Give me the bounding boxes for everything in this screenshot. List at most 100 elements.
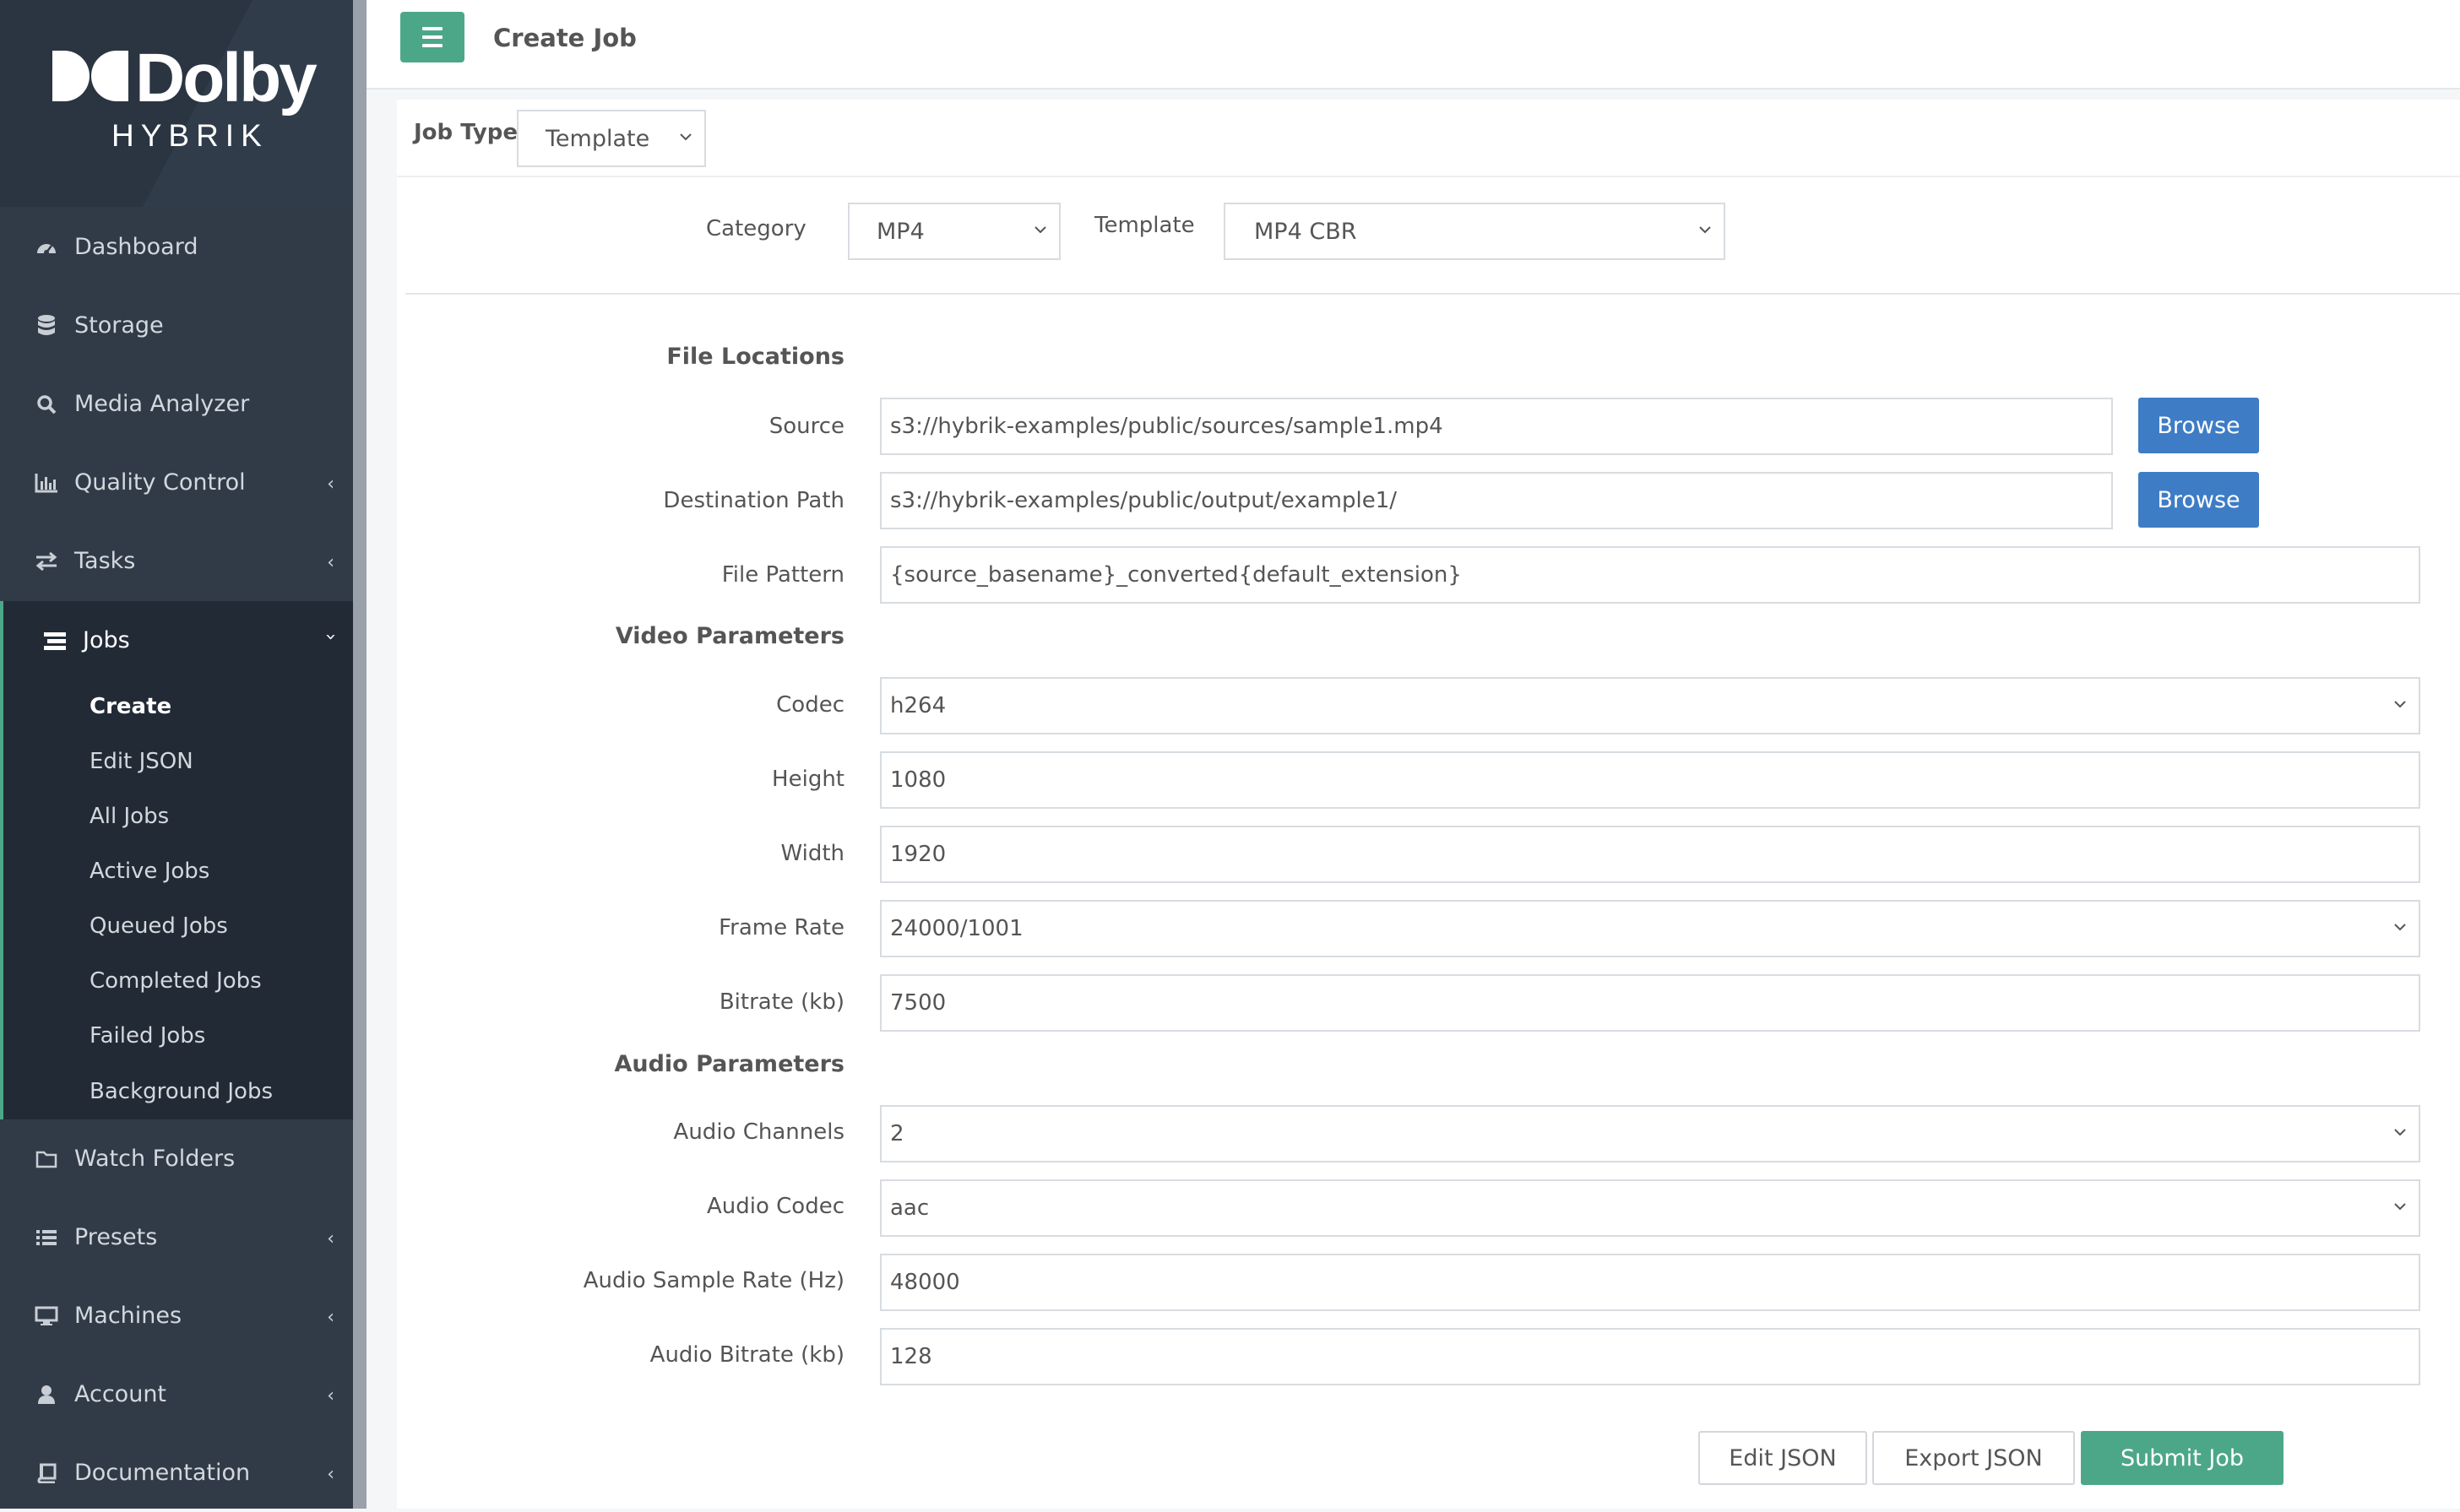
sidebar-item-watch-folders[interactable]: Watch Folders: [0, 1119, 353, 1198]
dashboard-icon: [34, 238, 59, 257]
sidebar-subitem-completed-jobs[interactable]: Completed Jobs: [90, 968, 262, 994]
sidebar-item-label: Watch Folders: [74, 1146, 236, 1172]
template-label: Template: [1094, 213, 1195, 238]
sidebar-subitem-active-jobs[interactable]: Active Jobs: [90, 859, 209, 884]
sidebar-subitem-background-jobs[interactable]: Background Jobs: [90, 1079, 273, 1104]
list-icon: [34, 1228, 59, 1247]
sidebar-item-label: Storage: [74, 312, 164, 339]
top-bar: Create Job: [367, 0, 2460, 89]
height-label: Height: [772, 767, 844, 792]
brand-name: Dolby: [135, 40, 318, 117]
divider: [397, 176, 2460, 177]
audio-channels-select[interactable]: 2: [880, 1105, 2420, 1162]
source-input[interactable]: s3://hybrik-examples/public/sources/samp…: [880, 398, 2113, 455]
destination-browse-button[interactable]: Browse: [2138, 472, 2259, 528]
chevron-down-icon: [2394, 924, 2406, 931]
chevron-left-icon: ‹: [327, 552, 334, 573]
audio-bitrate-input[interactable]: 128: [880, 1328, 2420, 1385]
submit-job-button[interactable]: Submit Job: [2081, 1431, 2284, 1485]
file-pattern-label: File Pattern: [721, 562, 844, 588]
audio-codec-label: Audio Codec: [706, 1194, 844, 1219]
chevron-left-icon: ‹: [327, 1307, 334, 1328]
codec-value: h264: [890, 693, 947, 718]
width-label: Width: [780, 841, 844, 866]
chevron-down-icon: [680, 133, 692, 141]
chevron-down-icon: [1035, 226, 1046, 234]
height-input[interactable]: 1080: [880, 751, 2420, 809]
audio-sample-rate-input[interactable]: 48000: [880, 1254, 2420, 1311]
sidebar-subitem-failed-jobs[interactable]: Failed Jobs: [90, 1023, 205, 1049]
audio-parameters-heading: Audio Parameters: [614, 1051, 844, 1077]
sidebar-item-storage[interactable]: Storage: [0, 286, 353, 365]
divider: [405, 293, 2460, 295]
book-icon: [34, 1463, 59, 1483]
frame-rate-value: 24000/1001: [890, 916, 1024, 941]
width-input[interactable]: 1920: [880, 826, 2420, 883]
hamburger-icon-line: [422, 44, 443, 47]
source-browse-button[interactable]: Browse: [2138, 398, 2259, 453]
audio-codec-value: aac: [890, 1195, 930, 1221]
chevron-left-icon: ‹: [327, 1385, 334, 1406]
chevron-left-icon: ‹: [327, 1464, 334, 1485]
chevron-down-icon: [1699, 226, 1711, 234]
sidebar-item-label: Machines: [74, 1303, 182, 1329]
template-select[interactable]: MP4 CBR: [1224, 203, 1725, 260]
category-select[interactable]: MP4: [848, 203, 1061, 260]
frame-rate-label: Frame Rate: [719, 915, 844, 940]
category-label: Category: [706, 216, 806, 241]
sidebar-item-account[interactable]: Account ‹: [0, 1355, 353, 1433]
audio-codec-select[interactable]: aac: [880, 1179, 2420, 1237]
chevron-left-icon: ‹: [327, 474, 334, 495]
page-title: Create Job: [493, 24, 637, 52]
sidebar-item-dashboard[interactable]: Dashboard: [0, 208, 353, 286]
logo[interactable]: Dolby HYBRIK: [0, 0, 353, 207]
sidebar-item-tasks[interactable]: Tasks ‹: [0, 522, 353, 600]
sidebar-item-presets[interactable]: Presets ‹: [0, 1198, 353, 1276]
sidebar-item-machines[interactable]: Machines ‹: [0, 1276, 353, 1355]
audio-sample-rate-label: Audio Sample Rate (Hz): [583, 1268, 844, 1293]
tasks-list-icon: [42, 631, 68, 651]
bitrate-input[interactable]: 7500: [880, 974, 2420, 1032]
sidebar-item-jobs[interactable]: Jobs ‹: [3, 601, 353, 680]
sidebar-subitem-queued-jobs[interactable]: Queued Jobs: [90, 913, 228, 939]
bitrate-label: Bitrate (kb): [719, 989, 844, 1015]
folder-icon: [34, 1150, 59, 1168]
hamburger-icon-line: [422, 35, 443, 39]
codec-select[interactable]: h264: [880, 677, 2420, 734]
job-type-label: Job Type: [414, 120, 519, 145]
sidebar-subitem-all-jobs[interactable]: All Jobs: [90, 804, 169, 829]
sidebar-item-label: Dashboard: [74, 234, 198, 260]
menu-toggle-button[interactable]: [400, 12, 464, 62]
edit-json-button[interactable]: Edit JSON: [1698, 1431, 1867, 1485]
search-icon: [34, 394, 59, 415]
sidebar-item-label: Account: [74, 1381, 167, 1407]
sidebar-subitem-create[interactable]: Create: [90, 694, 171, 719]
product-name: HYBRIK: [111, 118, 269, 153]
sidebar-item-label: Documentation: [74, 1460, 251, 1486]
chevron-left-icon: ‹: [327, 1228, 334, 1249]
chevron-down-icon: ‹: [320, 633, 342, 641]
destination-path-input[interactable]: s3://hybrik-examples/public/output/examp…: [880, 472, 2113, 529]
sidebar-item-media-analyzer[interactable]: Media Analyzer: [0, 365, 353, 443]
audio-bitrate-label: Audio Bitrate (kb): [649, 1342, 844, 1368]
dolby-logo-icon: [52, 51, 128, 101]
job-type-select[interactable]: Template: [517, 110, 706, 167]
database-icon: [34, 314, 59, 337]
sidebar-item-documentation[interactable]: Documentation ‹: [0, 1433, 353, 1512]
export-json-button[interactable]: Export JSON: [1872, 1431, 2075, 1485]
sidebar: Dolby HYBRIK Dashboard Storage Media Ana…: [0, 0, 353, 1509]
desktop-icon: [34, 1306, 59, 1326]
file-pattern-input[interactable]: {source_basename}_converted{default_exte…: [880, 546, 2420, 604]
audio-channels-value: 2: [890, 1121, 904, 1146]
sidebar-edge: [353, 0, 367, 1509]
bar-chart-icon: [34, 473, 59, 493]
frame-rate-select[interactable]: 24000/1001: [880, 900, 2420, 957]
sidebar-item-quality-control[interactable]: Quality Control ‹: [0, 443, 353, 522]
exchange-icon: [34, 551, 59, 571]
chevron-down-icon: [2394, 701, 2406, 708]
destination-path-label: Destination Path: [663, 488, 844, 513]
sidebar-item-label: Tasks: [74, 548, 136, 574]
chevron-down-icon: [2394, 1203, 2406, 1211]
sidebar-subitem-edit-json[interactable]: Edit JSON: [90, 749, 193, 774]
chevron-down-icon: [2394, 1129, 2406, 1136]
